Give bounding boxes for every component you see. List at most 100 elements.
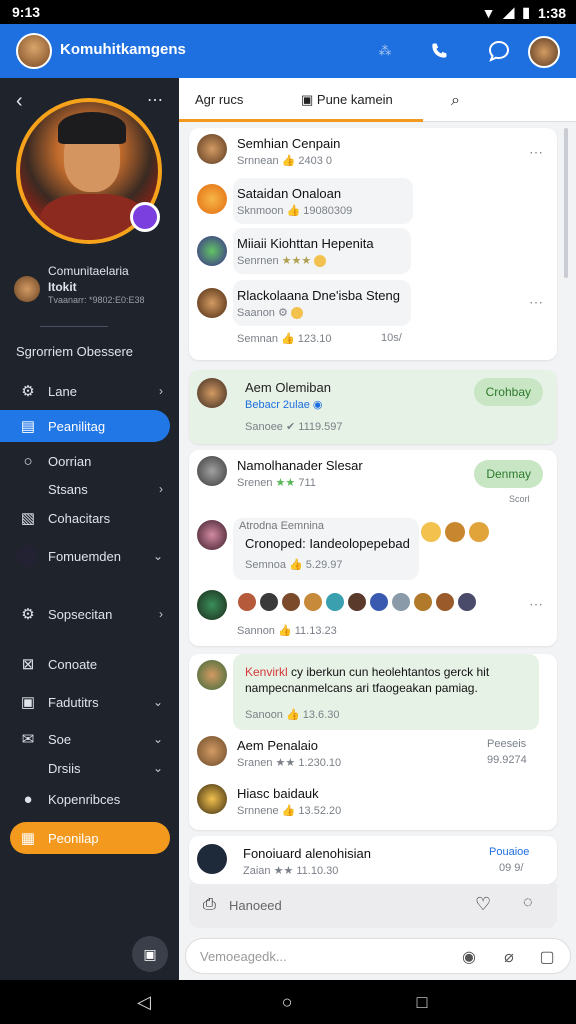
user-avatar[interactable] [528,36,560,68]
gear-icon: ⚙ [21,383,35,400]
message-input[interactable]: Vemoeagedk... ◉ ⌀ ▢ [185,938,571,974]
emoji-icon [314,255,327,268]
profile-line2: Itokit [48,280,77,294]
chat-card-highlight[interactable]: Aem Olemiban Bebacr 2ulae ◉ Crohbay Sano… [189,370,557,444]
camera-icon[interactable]: ◉ [458,946,480,968]
profile-mini-avatar [14,276,40,302]
status-pill[interactable]: Denmay [474,460,543,488]
sidebar-item-soe[interactable]: ✉ Soe ⌄ [0,723,179,755]
chat-card: Kenvirkl cy iberkun cun heolehtantos ger… [189,654,557,830]
translate-icon[interactable]: ⁂ [370,36,400,66]
calendar-icon: ▦ [20,830,36,847]
avatar [197,378,227,408]
status-bar: 9:13 ▼ ◢ ▮ 1:38 [0,0,576,24]
gear-icon: ⚙ [21,606,35,623]
tab-pune-kamein[interactable]: ▣ Pune kamein [301,92,393,108]
chat-icon[interactable] [484,36,514,66]
scrollbar[interactable] [564,128,568,278]
emoji-row [421,522,491,542]
emoji-icon [290,307,303,320]
system-nav-bar: ◁ ○ □ [0,980,576,1024]
doc-icon: ▣ [301,92,317,107]
signal-icon: ◢ [503,4,515,20]
calendar-icon: ▣ [143,945,157,962]
sidebar: ‹ ⋯ Comunitaelaria Itokit Tvaanarr: *980… [0,78,179,980]
sidebar-item-fadutitrs[interactable]: ▣ Fadutitrs ⌄ [0,686,179,718]
avatar [197,736,227,766]
sidebar-item-kopenribces[interactable]: ● Kopenribces [0,783,179,815]
emoji-icon [469,522,489,542]
game-icon [16,545,38,567]
divider [40,326,108,327]
avatar [197,844,227,874]
card-footer: ⎙ Hanoeed ♡ ◌ [189,884,557,928]
star-rating: ★★★ [281,255,312,267]
avatar [197,660,227,690]
avatar [197,288,227,318]
sidebar-item-peonilap[interactable]: ▦ Peonilap [10,822,170,854]
message-bubble [233,178,413,224]
chat-card: Namolhanader Slesar Srenen ★★ 711 Denmay… [189,450,557,646]
verified-label: Bebacr 2ulae ◉ [245,399,323,411]
more-icon[interactable]: ⋯ [529,144,543,161]
sidebar-item-fomuemden[interactable]: Fomuemden ⌄ [0,540,179,572]
heart-icon[interactable]: ♡ [475,894,491,915]
box-icon: ⊠ [21,656,35,673]
wifi-icon: ▼ [481,4,496,21]
sidebar-item-sopsecitan[interactable]: ⚙ Sopsecitan › [0,598,179,630]
sidebar-item-lane[interactable]: ⚙ Lane › [0,375,179,407]
more-icon[interactable]: ⋯ [529,596,543,613]
tab-indicator [179,119,423,122]
back-arrow-icon[interactable]: ‹ [16,90,23,113]
tab-agr-rucs[interactable]: Agr rucs [195,92,243,107]
star-rating: ★★ [275,477,296,489]
image-icon: ▧ [20,510,36,527]
avatar [197,134,227,164]
sidebar-item-drsiis[interactable]: Drsiis ⌄ [0,752,179,784]
more-icon[interactable]: ⋯ [147,90,163,110]
pin-icon: ● [23,790,33,808]
battery-icon: ▮ [522,4,530,20]
sidebar-item-peanilitag[interactable]: ▤ Peanilitag [0,410,170,442]
attach-icon[interactable]: ⌀ [498,946,520,968]
status-time: 9:13 [12,4,41,20]
search-icon: ○ [23,452,33,470]
avatar [197,456,227,486]
message-bubble [233,280,411,326]
profile-line3: Tvaanarr: *9802:E0:E38 [48,295,145,305]
avatar-group [237,592,477,612]
chat-card: Fonoiuard alenohisian Zaian ★★ 11.10.30 … [189,836,557,884]
search-icon[interactable]: ⌕ [451,92,460,110]
emoji-icon [445,522,465,542]
phone-icon[interactable] [424,36,454,66]
avatar [197,784,227,814]
chat-card: Semhian Cenpain Srnnean 👍 2403 0 ⋯ Satai… [189,128,557,360]
sidebar-item-conoate[interactable]: ⊠ Conoate [0,648,179,680]
sticker-icon[interactable]: ▢ [536,946,558,968]
comment-icon[interactable]: ◌ [523,894,533,912]
sidebar-item-cohacitars[interactable]: ▧ Cohacitars [0,502,179,534]
avatar [197,590,227,620]
avatar [197,520,227,550]
app-avatar[interactable] [16,33,52,69]
tab-bar: Agr rucs ▣ Pune kamein ⌕ [179,78,576,122]
avatar [197,184,227,214]
bag-icon: ▣ [20,694,36,711]
recents-icon[interactable]: □ [410,990,434,1014]
home-icon[interactable]: ○ [275,990,299,1014]
section-title: Sgrorriem Obessere [16,344,134,359]
status-clock: 1:38 [537,4,566,21]
message-bubble [233,228,411,274]
more-icon[interactable]: ⋯ [529,294,543,311]
share-icon[interactable]: ⎙ [203,896,216,914]
status-pill[interactable]: Crohbay [473,378,543,406]
avatar [197,236,227,266]
back-icon[interactable]: ◁ [132,990,156,1014]
calendar-button[interactable]: ▣ [132,936,168,972]
app-title: Komuhitkamgens [60,41,186,58]
shield-badge-icon [130,202,160,232]
sidebar-item-stsans[interactable]: Stsans › [0,473,179,505]
profile-line1: Comunitaelaria [48,264,129,278]
app-bar: Komuhitkamgens ⁂ [0,24,576,78]
main-panel: Agr rucs ▣ Pune kamein ⌕ Semhian Cenpain… [179,78,576,980]
